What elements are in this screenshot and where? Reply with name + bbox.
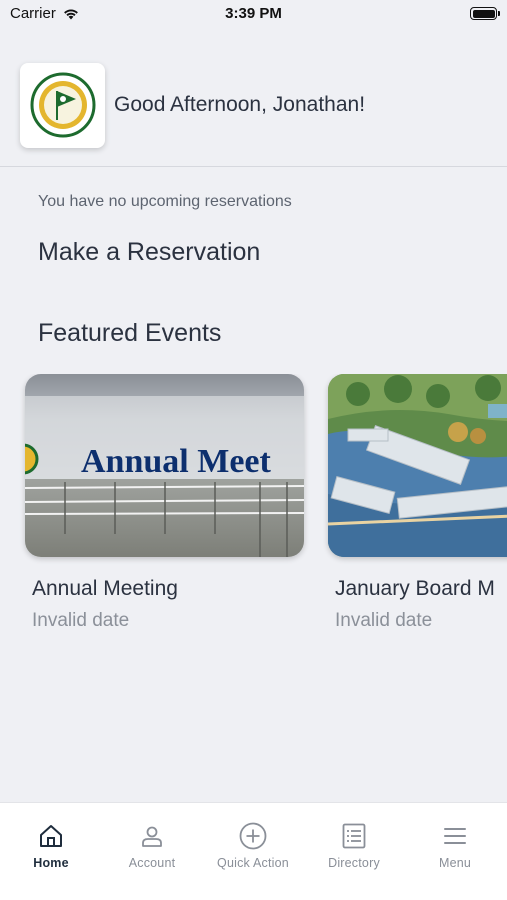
club-logo[interactable] xyxy=(20,62,105,148)
tab-label: Menu xyxy=(438,856,472,870)
annual-meeting-banner-image: Annual Meet xyxy=(25,374,304,557)
make-reservation-link[interactable]: Make a Reservation xyxy=(38,238,260,267)
hamburger-menu-icon xyxy=(444,828,466,844)
status-bar: Carrier 3:39 PM xyxy=(0,0,507,30)
tab-account[interactable]: Account xyxy=(102,821,202,870)
event-title: Annual Meeting xyxy=(32,577,178,600)
tab-label: Directory xyxy=(328,856,380,870)
greeting-text: Good Afternoon, Jonathan! xyxy=(114,93,366,116)
tab-label: Home xyxy=(33,856,69,870)
greeting-header: Good Afternoon, Jonathan! xyxy=(20,62,490,148)
marina-aerial-image xyxy=(328,374,507,557)
no-reservations-message: You have no upcoming reservations xyxy=(38,193,292,210)
person-icon xyxy=(142,826,162,847)
status-time: 3:39 PM xyxy=(225,5,282,22)
featured-events-heading: Featured Events xyxy=(38,319,222,347)
list-icon xyxy=(342,823,366,849)
event-date: Invalid date xyxy=(335,610,433,631)
featured-events-carousel[interactable]: Annual Meet Annual Meeting Invalid date xyxy=(0,374,507,644)
home-icon xyxy=(40,825,62,847)
event-image: Annual Meet xyxy=(25,374,304,557)
event-card-january-board[interactable]: January Board M Invalid date xyxy=(328,374,507,632)
yacht-club-logo-icon xyxy=(30,72,95,138)
tab-directory[interactable]: Directory xyxy=(304,821,404,870)
tab-home[interactable]: Home xyxy=(1,821,101,870)
event-image xyxy=(328,374,507,557)
event-card-annual-meeting[interactable]: Annual Meet Annual Meeting Invalid date xyxy=(25,374,305,632)
tab-label: Account xyxy=(128,856,176,870)
tab-label: Quick Action xyxy=(217,856,289,870)
event-title: January Board M xyxy=(335,577,495,600)
tab-quick-action[interactable]: Quick Action xyxy=(203,821,303,870)
bottom-tab-bar: Home Account Quick Action Directory Menu xyxy=(0,802,507,900)
plus-circle-icon xyxy=(239,822,267,850)
battery-icon xyxy=(470,7,500,20)
event-banner-text: Annual Meet xyxy=(81,443,272,480)
tab-menu[interactable]: Menu xyxy=(405,821,505,870)
header-divider xyxy=(0,166,507,167)
event-date: Invalid date xyxy=(32,610,130,631)
